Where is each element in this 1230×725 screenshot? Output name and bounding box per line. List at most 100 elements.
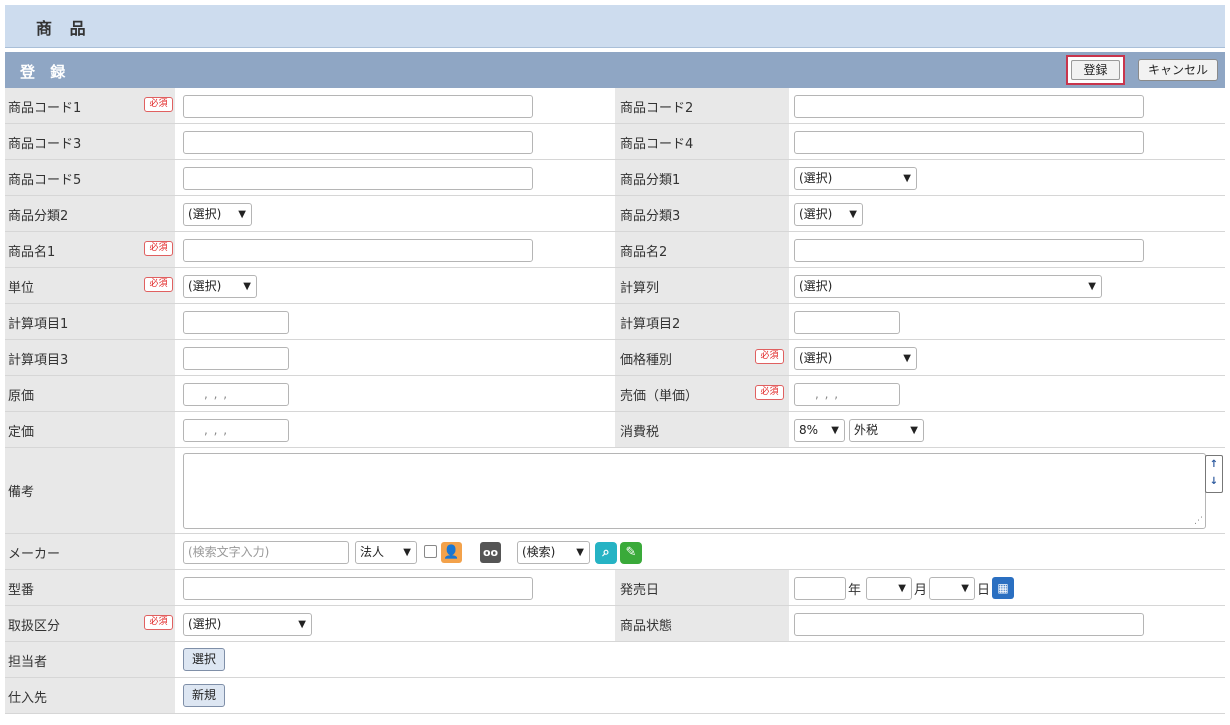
- unit-label: 単位: [8, 281, 35, 296]
- category3-value: (選択): [799, 207, 833, 221]
- section-bar: 登 録 登録 キャンセル: [5, 52, 1225, 88]
- pencil-icon[interactable]: ✎: [620, 542, 642, 564]
- dropdown-arrow-icon: ▼: [243, 281, 251, 292]
- required-badge: 必須: [144, 241, 173, 256]
- cancel-button[interactable]: キャンセル: [1138, 59, 1218, 81]
- code4-label: 商品コード4: [620, 137, 694, 152]
- remarks-textarea[interactable]: ⋰: [183, 453, 1206, 529]
- page-title: 商 品: [36, 19, 92, 38]
- expand-collapse-icon[interactable]: ↑ ↓: [1205, 455, 1223, 493]
- cost-input[interactable]: , , ,: [183, 383, 289, 406]
- release-month-select[interactable]: ▼: [866, 577, 912, 600]
- calc-item1-input[interactable]: [183, 311, 289, 334]
- calc-column-label: 計算列: [620, 281, 660, 296]
- staff-label: 担当者: [8, 655, 48, 670]
- page-header: 商 品: [5, 5, 1225, 48]
- form-row: 仕入先 新規: [5, 678, 1225, 714]
- code2-label: 商品コード2: [620, 101, 694, 116]
- dropdown-arrow-icon: ▼: [910, 425, 918, 436]
- tax-rate-value: 8%: [799, 423, 819, 437]
- name2-input[interactable]: [794, 239, 1144, 262]
- category1-select[interactable]: (選択) ▼: [794, 167, 917, 190]
- code5-label: 商品コード5: [8, 173, 82, 188]
- dropdown-arrow-icon: ▼: [403, 547, 411, 558]
- remarks-label: 備考: [8, 485, 35, 500]
- dropdown-arrow-icon: ▼: [1088, 281, 1096, 292]
- corp-type-select[interactable]: 法人 ▼: [355, 541, 417, 564]
- status-label: 商品状態: [620, 619, 673, 634]
- dropdown-arrow-icon: ▼: [238, 209, 246, 220]
- form-row: 型番 発売日 年 ▼ 月 ▼ 日 ▦: [5, 570, 1225, 606]
- calc-item2-input[interactable]: [794, 311, 900, 334]
- tax-type-select[interactable]: 外税 ▼: [849, 419, 924, 442]
- required-badge: 必須: [144, 97, 173, 112]
- binoculars-icon[interactable]: oo: [480, 542, 501, 563]
- form-row: 定価 , , , 消費税 8% ▼ 外税 ▼: [5, 412, 1225, 448]
- release-date-label: 発売日: [620, 583, 660, 598]
- calendar-icon[interactable]: ▦: [992, 577, 1014, 599]
- dropdown-arrow-icon: ▼: [298, 619, 306, 630]
- price-type-label: 価格種別: [620, 353, 673, 368]
- category2-select[interactable]: (選択) ▼: [183, 203, 252, 226]
- corp-type-value: 法人: [360, 545, 385, 559]
- new-supplier-button[interactable]: 新規: [183, 684, 226, 707]
- price-type-select[interactable]: (選択) ▼: [794, 347, 917, 370]
- status-input[interactable]: [794, 613, 1144, 636]
- code3-input[interactable]: [183, 131, 533, 154]
- release-year-input[interactable]: [794, 577, 846, 600]
- form-row: 商品名1 必須 商品名2: [5, 232, 1225, 268]
- expand-down-icon: ↓: [1209, 476, 1219, 487]
- search-icon[interactable]: ⌕: [595, 542, 617, 564]
- cost-label: 原価: [8, 389, 35, 404]
- code4-input[interactable]: [794, 131, 1144, 154]
- calc-item1-label: 計算項目1: [8, 317, 69, 332]
- handling-select[interactable]: (選択) ▼: [183, 613, 312, 636]
- dropdown-arrow-icon: ▼: [576, 547, 584, 558]
- handling-label: 取扱区分: [8, 619, 61, 634]
- required-badge: 必須: [755, 349, 784, 364]
- sell-price-label: 売価（単価）: [620, 389, 699, 404]
- list-price-input[interactable]: , , ,: [183, 419, 289, 442]
- unit-select[interactable]: (選択) ▼: [183, 275, 257, 298]
- category1-label: 商品分類1: [620, 173, 681, 188]
- form-row: 商品分類2 (選択) ▼ 商品分類3 (選択) ▼: [5, 196, 1225, 232]
- select-staff-button[interactable]: 選択: [183, 648, 226, 671]
- price-type-value: (選択): [799, 351, 833, 365]
- name1-input[interactable]: [183, 239, 533, 262]
- dropdown-arrow-icon: ▼: [898, 583, 906, 594]
- tax-rate-select[interactable]: 8% ▼: [794, 419, 845, 442]
- code2-input[interactable]: [794, 95, 1144, 118]
- model-input[interactable]: [183, 577, 533, 600]
- month-unit: 月: [914, 583, 928, 598]
- form-row: 計算項目1 計算項目2: [5, 304, 1225, 340]
- code5-input[interactable]: [183, 167, 533, 190]
- maker-checkbox[interactable]: [424, 545, 437, 558]
- calc-item2-label: 計算項目2: [620, 317, 681, 332]
- form-row: 原価 , , , 売価（単価） 必須 , , ,: [5, 376, 1225, 412]
- sell-price-input[interactable]: , , ,: [794, 383, 900, 406]
- form-row: メーカー (検索文字入力) 法人 ▼ 👤 oo (検索) ▼ ⌕ ✎: [5, 534, 1225, 570]
- tax-type-value: 外税: [854, 423, 879, 437]
- section-title: 登 録: [20, 63, 71, 81]
- maker-search-select[interactable]: (検索) ▼: [517, 541, 590, 564]
- person-icon[interactable]: 👤: [441, 542, 462, 563]
- register-button[interactable]: 登録: [1066, 55, 1125, 85]
- register-button-label: 登録: [1071, 60, 1120, 80]
- category3-select[interactable]: (選択) ▼: [794, 203, 863, 226]
- year-unit: 年: [848, 583, 862, 598]
- dropdown-arrow-icon: ▼: [903, 353, 911, 364]
- handling-value: (選択): [188, 617, 222, 631]
- form-row: 担当者 選択: [5, 642, 1225, 678]
- release-day-select[interactable]: ▼: [929, 577, 975, 600]
- list-price-label: 定価: [8, 425, 35, 440]
- unit-value: (選択): [188, 279, 222, 293]
- calc-column-select[interactable]: (選択) ▼: [794, 275, 1102, 298]
- tax-label: 消費税: [620, 425, 660, 440]
- code1-input[interactable]: [183, 95, 533, 118]
- required-badge: 必須: [144, 615, 173, 630]
- calc-item3-input[interactable]: [183, 347, 289, 370]
- calc-column-value: (選択): [799, 279, 833, 293]
- maker-search-input[interactable]: (検索文字入力): [183, 541, 349, 564]
- category2-label: 商品分類2: [8, 209, 69, 224]
- supplier-label: 仕入先: [8, 691, 48, 706]
